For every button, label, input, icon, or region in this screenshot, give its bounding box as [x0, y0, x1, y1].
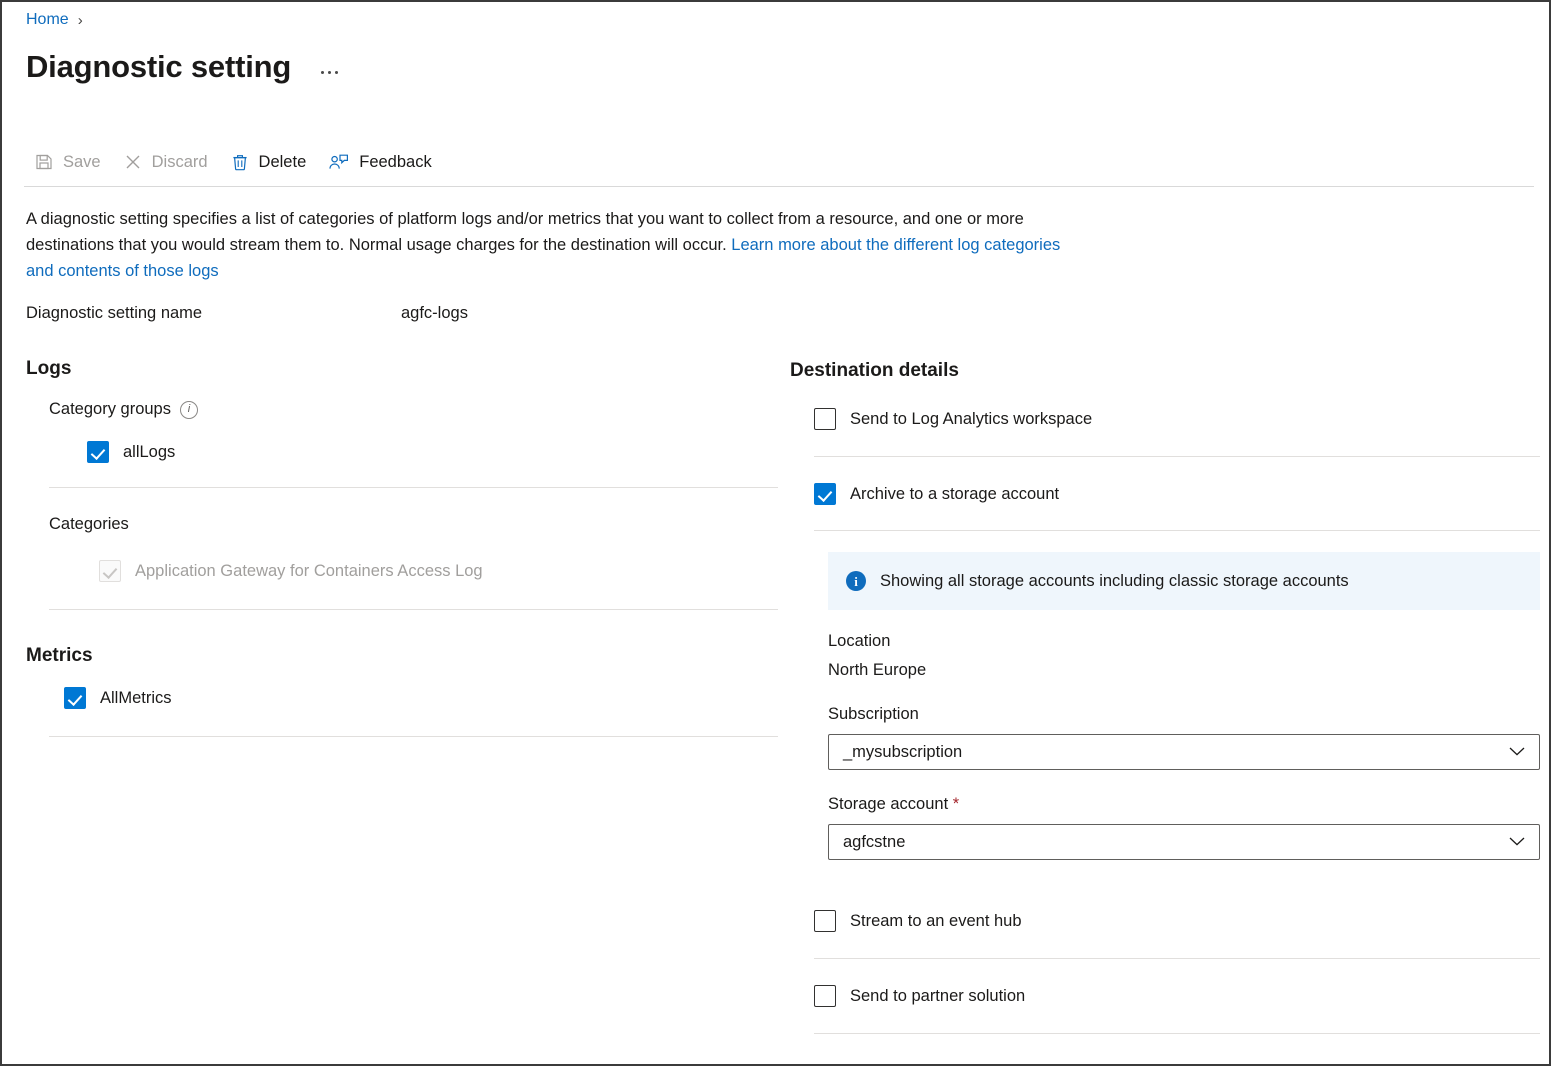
subscription-selected-value: _mysubscription — [843, 742, 963, 761]
section-divider — [49, 736, 778, 737]
storage-account-label: Storage account — [828, 795, 949, 813]
feedback-button[interactable]: Feedback — [320, 146, 445, 178]
section-divider — [814, 958, 1540, 959]
checkbox-send-to-log-analytics[interactable]: Send to Log Analytics workspace — [790, 408, 1540, 430]
categories-label: Categories — [49, 515, 129, 533]
section-divider — [49, 487, 778, 488]
section-divider — [49, 609, 778, 610]
checkbox-label: Send to Log Analytics workspace — [850, 409, 1093, 428]
delete-label: Delete — [258, 152, 307, 171]
checkbox-label: Stream to an event hub — [850, 911, 1022, 930]
discard-button[interactable]: Discard — [115, 146, 222, 178]
diagnostic-setting-name-value: agfc-logs — [401, 304, 468, 322]
checkbox-label: Send to partner solution — [850, 986, 1026, 1005]
categories-label-row: Categories — [49, 515, 778, 534]
storage-account-dropdown[interactable]: agfcstne — [828, 824, 1540, 860]
checkbox-alllogs[interactable]: allLogs — [87, 441, 778, 463]
metrics-section-heading: Metrics — [26, 645, 93, 666]
checkbox-archive-to-storage-account[interactable]: Archive to a storage account — [790, 483, 1540, 505]
ellipsis-dot — [321, 71, 325, 75]
location-value: North Europe — [828, 661, 927, 679]
checkbox-stream-to-event-hub[interactable]: Stream to an event hub — [790, 910, 1540, 932]
section-divider — [814, 456, 1540, 457]
diagnostic-setting-blade: Home › Diagnostic setting Save Discard D… — [0, 0, 1551, 1066]
checkbox-label: AllMetrics — [100, 688, 172, 707]
storage-account-selected-value: agfcstne — [843, 832, 906, 851]
required-asterisk: * — [952, 795, 960, 813]
diagnostic-setting-name-row: Diagnostic setting name agfc-logs — [26, 304, 468, 323]
diagnostic-setting-name-label: Diagnostic setting name — [26, 304, 203, 322]
delete-button[interactable]: Delete — [222, 146, 321, 178]
checkbox-indicator — [99, 560, 121, 582]
location-label: Location — [828, 632, 891, 650]
breadcrumb-home-link[interactable]: Home — [26, 11, 69, 29]
subscription-label: Subscription — [828, 705, 919, 723]
breadcrumb-separator-icon: › — [77, 11, 83, 29]
chevron-down-icon — [1507, 743, 1527, 762]
checkbox-indicator[interactable] — [814, 985, 836, 1007]
trash-icon — [230, 152, 250, 172]
toolbar-divider — [24, 186, 1534, 187]
storage-account-label-row: Storage account * — [828, 795, 1540, 814]
category-groups-label: Category groups — [49, 400, 171, 418]
feedback-label: Feedback — [359, 152, 432, 171]
close-icon — [123, 152, 143, 172]
checkbox-indicator[interactable] — [87, 441, 109, 463]
destination-details-column: Destination details Send to Log Analytic… — [790, 360, 1540, 1034]
info-icon: i — [846, 571, 866, 591]
info-banner-text: Showing all storage accounts including c… — [880, 571, 1349, 590]
section-divider — [814, 1033, 1540, 1034]
ellipsis-dot — [328, 71, 332, 75]
chevron-down-icon — [1507, 833, 1527, 852]
save-label: Save — [63, 152, 101, 171]
save-icon — [34, 152, 54, 172]
info-icon[interactable]: i — [180, 400, 198, 419]
feedback-person-icon — [328, 152, 350, 172]
logs-and-metrics-column: Logs Category groups i allLogs Categorie… — [26, 358, 778, 737]
more-options-ellipsis-icon[interactable] — [317, 65, 342, 84]
ellipsis-dot — [335, 71, 339, 75]
category-groups-label-row: Category groups i — [49, 400, 778, 419]
save-button[interactable]: Save — [26, 146, 115, 178]
breadcrumb: Home › — [26, 11, 83, 29]
checkbox-label: Archive to a storage account — [850, 484, 1060, 503]
page-title: Diagnostic setting — [26, 49, 292, 84]
command-bar: Save Discard Delete Feedback — [26, 142, 446, 182]
discard-label: Discard — [151, 152, 208, 171]
blade-description: A diagnostic setting specifies a list of… — [26, 206, 1081, 284]
checkbox-indicator[interactable] — [814, 408, 836, 430]
storage-accounts-info-banner: i Showing all storage accounts including… — [828, 552, 1540, 610]
checkbox-allmetrics[interactable]: AllMetrics — [64, 687, 778, 709]
checkbox-label: Application Gateway for Containers Acces… — [135, 561, 483, 580]
checkbox-send-to-partner-solution[interactable]: Send to partner solution — [790, 985, 1540, 1007]
checkbox-label: allLogs — [123, 442, 176, 461]
checkbox-indicator[interactable] — [814, 483, 836, 505]
title-row: Diagnostic setting — [26, 49, 342, 84]
section-divider — [814, 530, 1540, 531]
logs-section-heading: Logs — [26, 358, 72, 379]
destination-details-heading: Destination details — [790, 360, 959, 381]
checkbox-indicator[interactable] — [64, 687, 86, 709]
checkbox-appgw-containers-access-log: Application Gateway for Containers Acces… — [99, 560, 778, 582]
subscription-dropdown[interactable]: _mysubscription — [828, 734, 1540, 770]
checkbox-indicator[interactable] — [814, 910, 836, 932]
